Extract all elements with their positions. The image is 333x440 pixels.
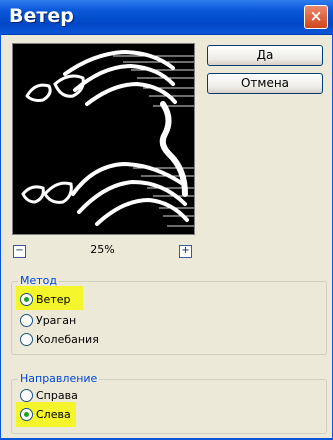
minus-icon: −	[15, 245, 24, 256]
cancel-button[interactable]: Отмена	[207, 73, 323, 94]
radio-checked-icon[interactable]	[20, 292, 33, 306]
window-title: Ветер	[9, 5, 74, 27]
preview-image[interactable]	[12, 43, 195, 235]
plus-icon: +	[181, 245, 190, 256]
close-icon: ×	[309, 7, 323, 25]
radio-unchecked-icon[interactable]	[20, 388, 33, 402]
radio-unchecked-icon[interactable]	[20, 332, 33, 346]
radio-label: Ураган	[36, 313, 77, 327]
radio-direction-right[interactable]: Справа	[20, 387, 78, 403]
radio-label: Ветер	[36, 292, 71, 306]
zoom-level: 25%	[90, 243, 115, 256]
direction-legend: Направление	[18, 372, 100, 385]
close-button[interactable]: ×	[304, 5, 328, 29]
zoom-out-button[interactable]: −	[13, 245, 26, 258]
radio-method-hurricane[interactable]: Ураган	[20, 312, 76, 328]
radio-direction-left[interactable]: Слева	[20, 406, 71, 422]
radio-unchecked-icon[interactable]	[20, 313, 33, 327]
zoom-in-button[interactable]: +	[179, 245, 192, 258]
wind-effect-preview	[21, 49, 194, 227]
radio-method-stagger[interactable]: Колебания	[20, 331, 99, 347]
radio-label: Колебания	[36, 332, 99, 346]
radio-label: Справа	[36, 388, 78, 402]
radio-label: Слева	[36, 407, 71, 421]
radio-method-wind[interactable]: Ветер	[20, 291, 70, 307]
ok-button[interactable]: Да	[207, 45, 323, 66]
radio-checked-icon[interactable]	[20, 407, 33, 421]
title-bar[interactable]: Ветер ×	[0, 0, 333, 35]
